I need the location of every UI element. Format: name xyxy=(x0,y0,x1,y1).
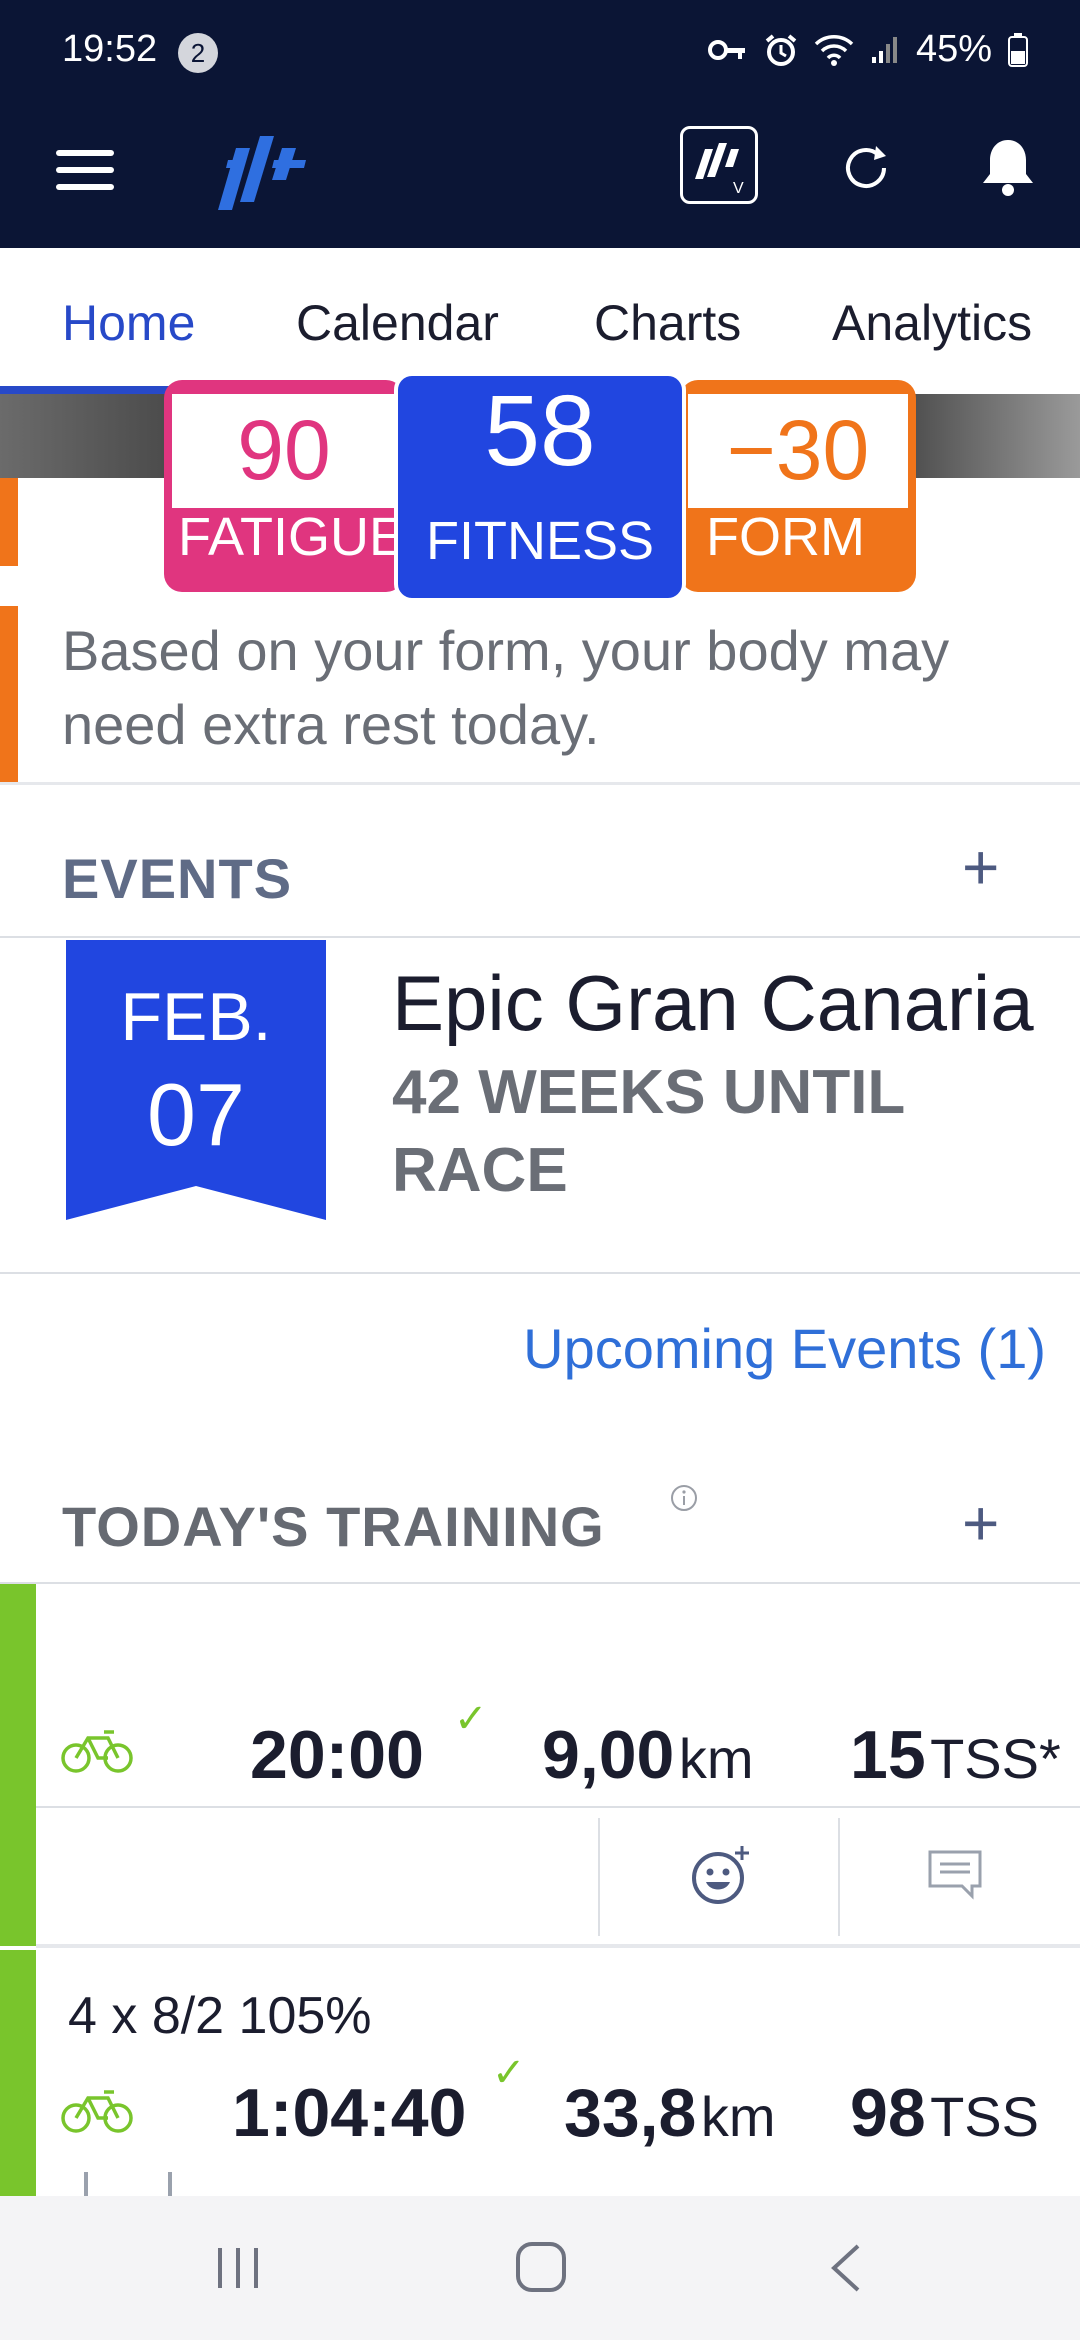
form-accent-stripe xyxy=(0,478,18,566)
battery-icon xyxy=(1008,32,1028,67)
notifications-bell-icon[interactable] xyxy=(980,136,1036,198)
divider xyxy=(36,1806,1080,1808)
tab-home[interactable]: Home xyxy=(62,294,195,352)
status-time: 19:52 xyxy=(62,28,158,70)
add-workout-plus-icon[interactable]: + xyxy=(962,1486,999,1560)
status-bar: 19:52 2 45% xyxy=(0,0,1080,106)
system-navigation-bar xyxy=(0,2196,1080,2340)
action-divider xyxy=(598,1818,600,1936)
fatigue-value: 90 xyxy=(237,403,331,497)
refresh-icon[interactable] xyxy=(840,142,892,194)
workout-status-bar xyxy=(0,1950,36,2196)
wifi-icon xyxy=(814,34,854,66)
menu-icon[interactable] xyxy=(56,148,114,192)
completed-check-icon: ✓ xyxy=(454,1697,488,1741)
workout-distance-unit: km xyxy=(678,1727,754,1790)
signal-icon xyxy=(871,36,897,63)
fatigue-label: FATIGUE xyxy=(178,507,406,567)
info-icon[interactable] xyxy=(670,1484,698,1512)
add-feeling-emoji-icon[interactable] xyxy=(690,1842,754,1906)
workout-tss-unit: TSS* xyxy=(930,1727,1061,1790)
recent-apps-icon[interactable] xyxy=(214,2244,264,2292)
divider xyxy=(0,936,1080,938)
battery-level: 45% xyxy=(915,28,992,70)
tab-charts[interactable]: Charts xyxy=(594,294,741,352)
bike-icon xyxy=(61,1730,133,1773)
form-value: −30 xyxy=(726,403,870,497)
workout-card[interactable]: 20:00 ✓ 9,00 km 15 TSS* xyxy=(36,1584,1080,1806)
tab-calendar[interactable]: Calendar xyxy=(296,294,499,352)
form-advice-text: Based on your form, your body may need e… xyxy=(62,619,950,756)
tp-virtual-glyph-icon: V xyxy=(695,143,744,197)
workout-tss: 15 xyxy=(850,1717,926,1793)
event-day: 07 xyxy=(147,1065,245,1164)
interval-tick xyxy=(168,2172,172,2196)
workout-tss-unit: TSS xyxy=(930,2085,1040,2148)
workout-duration: 1:04:40 xyxy=(232,2075,467,2151)
form-card[interactable]: −30 FORM xyxy=(680,380,916,592)
workout-tss-group: 98 TSS xyxy=(850,2074,1039,2152)
form-accent-stripe-lower xyxy=(0,606,18,782)
workout-distance: 9,00 xyxy=(542,1717,675,1793)
add-event-plus-icon[interactable]: + xyxy=(962,830,999,904)
workout-distance-group: 9,00 km xyxy=(542,1716,753,1794)
form-label: FORM xyxy=(706,507,865,567)
event-month: FEB. xyxy=(120,979,272,1055)
app-logo-icon xyxy=(218,136,306,210)
alarm-icon xyxy=(765,33,797,66)
workout-duration: 20:00 xyxy=(250,1717,424,1793)
workout-distance-group: 33,8 km xyxy=(564,2074,775,2152)
workout-distance: 33,8 xyxy=(564,2075,697,2151)
workout-tss-group: 15 TSS* xyxy=(850,1716,1061,1794)
app-bar: V xyxy=(0,106,1080,248)
bike-icon xyxy=(61,2090,133,2133)
action-divider xyxy=(838,1818,840,1936)
svg-text:V: V xyxy=(733,180,744,197)
interval-tick xyxy=(84,2172,88,2196)
back-icon[interactable] xyxy=(826,2242,866,2294)
completed-check-icon: ✓ xyxy=(492,2051,526,2095)
workout-status-bar xyxy=(0,1584,36,1946)
tab-analytics[interactable]: Analytics xyxy=(832,294,1032,352)
home-icon[interactable] xyxy=(514,2240,568,2294)
workout-tss: 98 xyxy=(850,2075,926,2151)
divider xyxy=(36,1944,1080,1948)
event-name[interactable]: Epic Gran Canaria xyxy=(392,958,1034,1049)
todays-training-title: TODAY'S TRAINING xyxy=(62,1495,605,1558)
notification-count-badge: 2 xyxy=(178,33,218,73)
fatigue-card[interactable]: 90 FATIGUE xyxy=(164,380,405,592)
status-icons: 45% xyxy=(707,28,1028,71)
comment-icon[interactable] xyxy=(926,1848,984,1900)
workout-distance-unit: km xyxy=(700,2085,776,2148)
fitness-value: 58 xyxy=(484,375,596,487)
fitness-label: FITNESS xyxy=(425,511,655,571)
fitness-card[interactable]: 58 FITNESS xyxy=(394,372,686,602)
tp-virtual-icon[interactable]: V xyxy=(680,126,758,204)
workout-title: 4 x 8/2 105% xyxy=(68,1987,372,2045)
events-title: EVENTS xyxy=(62,847,293,910)
divider xyxy=(0,1272,1080,1274)
vpn-key-icon xyxy=(707,39,745,60)
event-weeks-until: 42 WEEKS UNTIL RACE xyxy=(392,1058,905,1205)
upcoming-events-link[interactable]: Upcoming Events (1) xyxy=(523,1316,1046,1381)
workout-card[interactable]: 4 x 8/2 105% 1:04:40 ✓ 33,8 km 98 TSS xyxy=(36,1950,1080,2196)
divider xyxy=(0,782,1080,785)
